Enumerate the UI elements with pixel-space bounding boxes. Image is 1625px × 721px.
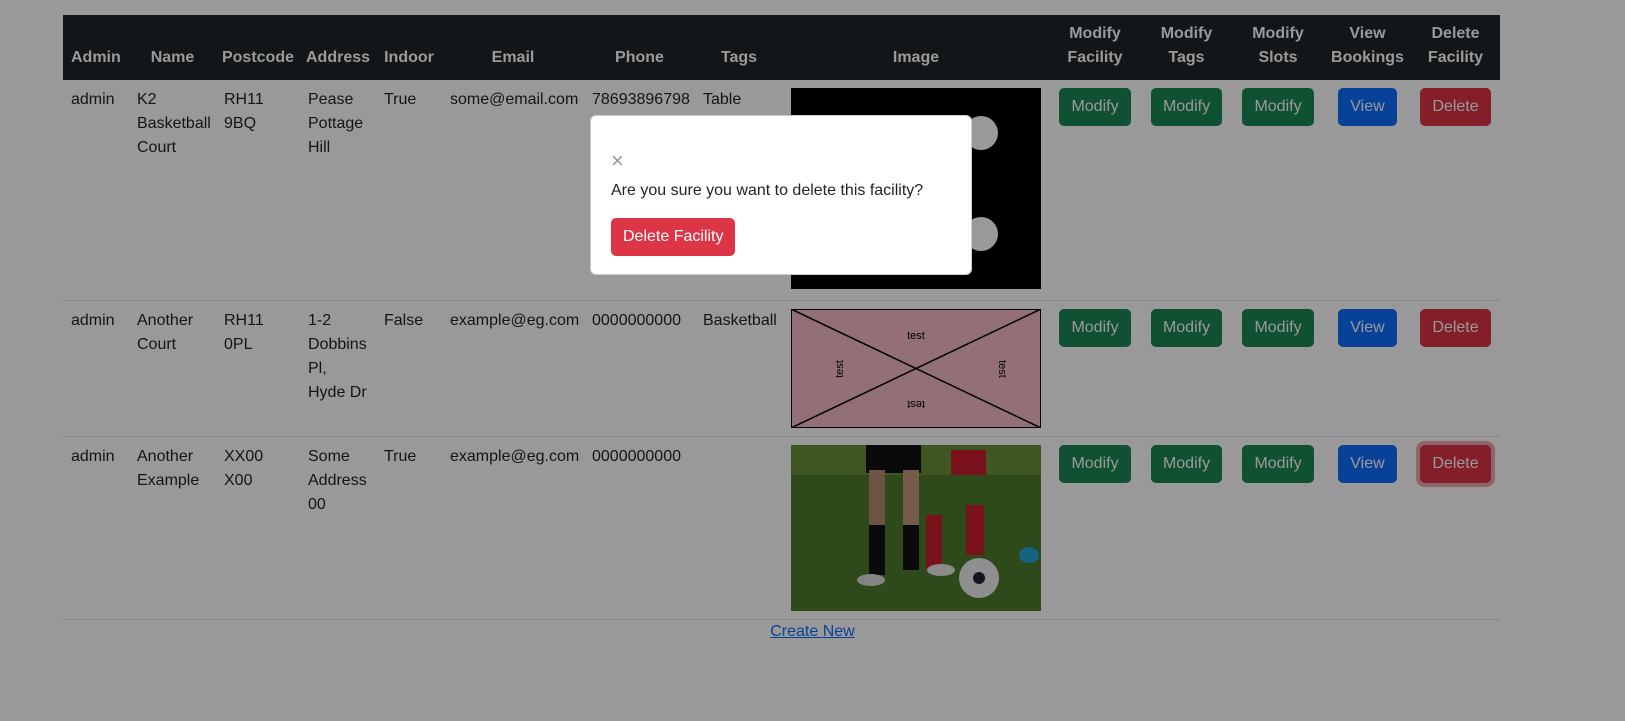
confirm-delete-button[interactable]: Delete Facility xyxy=(611,218,736,256)
modal-message: Are you sure you want to delete this fac… xyxy=(611,182,924,199)
modal-backdrop[interactable] xyxy=(0,0,1625,721)
delete-confirm-modal: × Are you sure you want to delete this f… xyxy=(590,115,972,275)
close-icon[interactable]: × xyxy=(611,150,624,172)
